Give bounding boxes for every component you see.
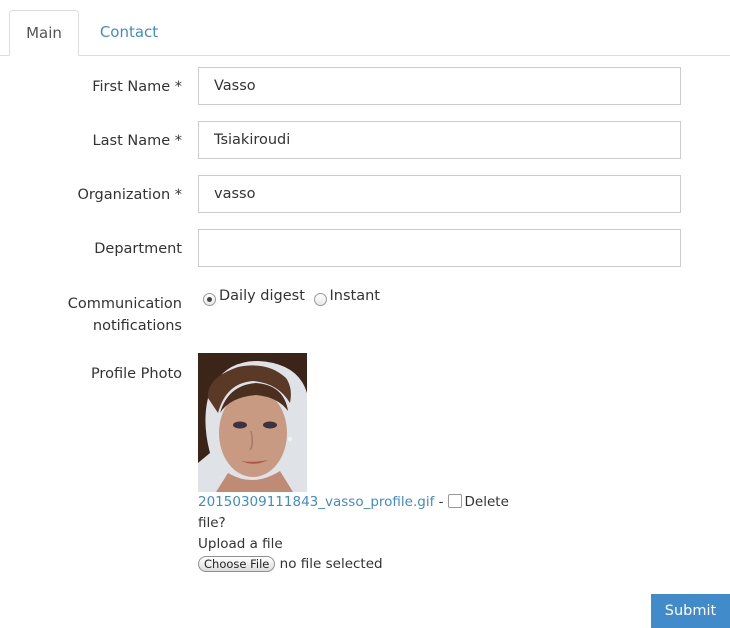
radio-instant[interactable] bbox=[313, 293, 327, 306]
tab-bar: Main Contact bbox=[0, 0, 730, 56]
department-input[interactable] bbox=[198, 229, 681, 267]
notifications-label-line2: notifications bbox=[92, 318, 182, 334]
tab-contact[interactable]: Contact bbox=[86, 10, 172, 56]
notifications-radio-group: Daily digest Instant bbox=[203, 288, 380, 306]
first-name-label: First Name * bbox=[92, 79, 182, 95]
radio-daily-digest[interactable] bbox=[203, 293, 216, 306]
radio-daily-digest-label: Daily digest bbox=[219, 288, 305, 304]
notifications-label-line1: Communication bbox=[67, 296, 182, 312]
organization-label: Organization * bbox=[77, 187, 182, 203]
delete-file-label: Delete bbox=[464, 494, 509, 510]
choose-file-button[interactable]: Choose File bbox=[198, 556, 276, 572]
profile-photo-image bbox=[198, 353, 307, 492]
first-name-input[interactable] bbox=[198, 67, 681, 105]
tab-main[interactable]: Main bbox=[9, 10, 79, 56]
radio-instant-label: Instant bbox=[329, 288, 380, 304]
department-label: Department bbox=[94, 241, 182, 257]
file-chooser-row: Choose File no file selected bbox=[198, 555, 383, 573]
current-file-row: 20150309111843_vasso_profile.gif - Delete bbox=[198, 493, 509, 511]
organization-input[interactable] bbox=[198, 175, 681, 213]
profile-portrait-icon bbox=[198, 353, 307, 492]
profile-photo-label: Profile Photo bbox=[90, 366, 182, 382]
last-name-input[interactable] bbox=[198, 121, 681, 159]
upload-file-label: Upload a file bbox=[198, 536, 283, 552]
file-separator: - bbox=[434, 494, 444, 510]
last-name-label: Last Name * bbox=[92, 133, 182, 149]
no-file-selected-text: no file selected bbox=[279, 556, 383, 572]
current-file-link[interactable]: 20150309111843_vasso_profile.gif bbox=[198, 494, 434, 510]
delete-file-label-cont: file? bbox=[198, 515, 226, 531]
submit-button[interactable]: Submit bbox=[651, 594, 730, 628]
delete-file-checkbox[interactable] bbox=[447, 494, 462, 508]
